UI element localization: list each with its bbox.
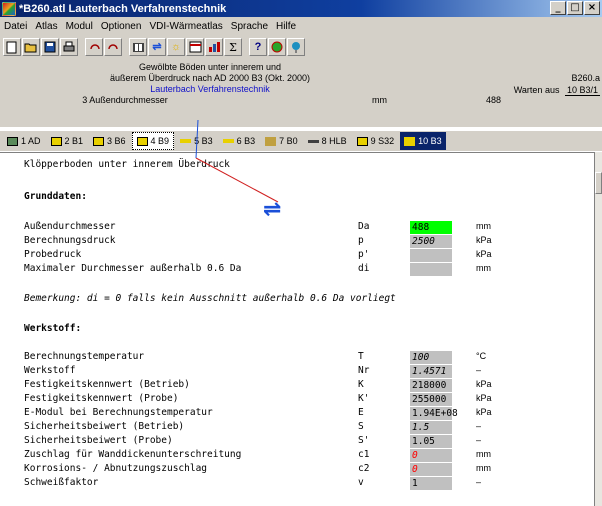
schweissfaktor-input[interactable]: 1 [410,477,452,490]
row-sicherheit-probe: Sicherheitsbeiwert (Probe) S' 1.05 – [24,435,482,448]
menu-optionen[interactable]: Optionen [97,21,146,32]
section-grunddaten: Grunddaten: [24,191,87,202]
line-icon [307,139,319,143]
section-werkstoff: Werkstoff: [24,323,82,334]
header-field-value: 488 [486,95,502,105]
max-durchmesser-input[interactable] [410,263,452,276]
globe-icon[interactable] [268,38,286,56]
toolbar: ⇌ ☼ Σ ? [0,35,602,59]
vessel-icon [356,136,368,146]
form-title: Klöpperboden unter innerem Überdruck [24,159,230,170]
tab-4-b9[interactable]: 4 B9 [131,132,175,150]
header-line-1: Gewölbte Böden unter innerem und [138,62,282,72]
cylinder-icon [50,136,62,146]
title-bar: *B260.atl Lauterbach Verfahrenstechnik _… [0,0,602,17]
row-probedruck: Probedruck p' kPa [24,249,492,262]
warten-value[interactable]: 10 B3/1 [564,85,600,96]
cylinder-icon [93,136,105,146]
menu-atlas[interactable]: Atlas [31,21,61,32]
row-berechnungsdruck: Berechnungsdruck p 2500 kPa [24,235,492,248]
header-field-unit: mm [372,95,387,105]
row-zuschlag-c2: Korrosions- / Abnutzungszuschlag c2 0 mm [24,463,491,476]
tab-5-b3[interactable]: 5 B3 [176,132,217,150]
open-icon[interactable] [22,38,40,56]
undo-icon[interactable] [85,38,103,56]
menu-modul[interactable]: Modul [62,21,97,32]
sum-icon[interactable]: Σ [224,38,242,56]
menu-hilfe[interactable]: Hilfe [272,21,300,32]
berechnungsdruck-input[interactable]: 2500 [410,235,452,248]
minimize-button[interactable]: _ [550,1,566,15]
row-max-durchmesser: Maximaler Durchmesser außerhalb 0.6 Da d… [24,263,491,276]
help-icon[interactable]: ? [249,38,267,56]
input-form: Klöpperboden unter innerem Überdruck ⇌ G… [0,152,594,506]
header-field-label: 3 Außendurchmesser [82,95,168,105]
app-icon[interactable] [2,1,16,16]
aussendurchmesser-input[interactable]: 488 [410,221,452,234]
probedruck-input[interactable] [410,249,452,262]
menu-datei[interactable]: Datei [0,21,31,32]
row-schweissfaktor: Schweißfaktor v 1 – [24,477,482,490]
tab-6-b3[interactable]: 6 B3 [219,132,260,150]
row-e-modul: E-Modul bei Berechnungstemperatur E 1.94… [24,407,492,420]
save-icon[interactable] [41,38,59,56]
temperatur-input[interactable]: 100 [410,351,452,364]
warten-aus: Warten aus 10 B3/1 [514,85,600,96]
head-icon [180,139,192,143]
swap-arrows-icon[interactable]: ⇌ [263,199,281,221]
redo-icon[interactable] [104,38,122,56]
book-icon[interactable] [129,38,147,56]
info-icon[interactable] [287,38,305,56]
remark-text: Bemerkung: di = 0 falls kein Ausschnitt … [24,293,396,304]
row-festigkeit-probe: Festigkeitskennwert (Probe) K' 255000 kP… [24,393,492,406]
row-berechnungstemperatur: Berechnungstemperatur T 100 °C [24,351,487,364]
row-werkstoff: Werkstoff Nr 1.4571 – [24,365,482,378]
table-icon[interactable] [186,38,204,56]
lightbulb-icon[interactable]: ☼ [167,38,185,56]
festigkeit-betrieb-input[interactable]: 218000 [410,379,452,392]
warten-label: Warten aus [513,85,560,95]
window-controls: _ □ × [550,1,600,15]
tab-10-b3[interactable]: 10 B3 [400,132,446,150]
new-icon[interactable] [3,38,21,56]
swap-icon[interactable]: ⇌ [148,38,166,56]
header-company-link[interactable]: Lauterbach Verfahrenstechnik [0,84,420,94]
head-icon [404,136,416,146]
flange-icon [265,136,277,146]
menu-sprache[interactable]: Sprache [227,21,272,32]
file-name-label: B260.a [571,73,600,83]
chart-icon[interactable] [205,38,223,56]
zuschlag-c2-input[interactable]: 0 [410,463,452,476]
menu-vdi-waermeatlas[interactable]: VDI-Wärmeatlas [145,21,226,32]
calculation-header: Gewölbte Böden unter innerem und äußerem… [0,59,602,127]
tab-1-ad[interactable]: 1 AD [3,132,45,150]
tab-2-b1[interactable]: 2 B1 [47,132,88,150]
module-tab-bar: 1 AD 2 B1 3 B6 4 B9 5 B3 6 B3 7 B0 8 HLB… [0,131,602,151]
nozzle-icon [136,136,148,146]
tab-3-b6[interactable]: 3 B6 [89,132,130,150]
tab-7-b0[interactable]: 7 B0 [261,132,302,150]
e-modul-input[interactable]: 1.94E+08 [410,407,458,420]
sicherheit-probe-input[interactable]: 1.05 [410,435,452,448]
print-icon[interactable] [60,38,78,56]
head-icon [222,139,234,143]
zuschlag-c1-input[interactable]: 0 [410,449,452,462]
row-sicherheit-betrieb: Sicherheitsbeiwert (Betrieb) S 1.5 – [24,421,482,434]
table-icon [7,136,18,146]
maximize-button[interactable]: □ [567,1,583,15]
menu-bar: Datei Atlas Modul Optionen VDI-Wärmeatla… [0,17,602,35]
festigkeit-probe-input[interactable]: 255000 [410,393,452,406]
window-title: *B260.atl Lauterbach Verfahrenstechnik [19,2,227,15]
sicherheit-betrieb-input[interactable]: 1.5 [410,421,452,434]
close-button[interactable]: × [584,1,600,15]
row-festigkeit-betrieb: Festigkeitskennwert (Betrieb) K 218000 k… [24,379,492,392]
vertical-scrollbar[interactable] [594,152,602,506]
tab-9-s32[interactable]: 9 S32 [353,132,399,150]
row-aussendurchmesser: Außendurchmesser Da 488 mm [24,221,491,234]
header-line-2: äußerem Überdruck nach AD 2000 B3 (Okt. … [109,73,311,83]
werkstoff-input[interactable]: 1.4571 [410,365,452,378]
tab-8-hlb[interactable]: 8 HLB [304,132,351,150]
scrollbar-thumb[interactable] [595,172,602,194]
row-zuschlag-c1: Zuschlag für Wanddickenunterschreitung c… [24,449,491,462]
